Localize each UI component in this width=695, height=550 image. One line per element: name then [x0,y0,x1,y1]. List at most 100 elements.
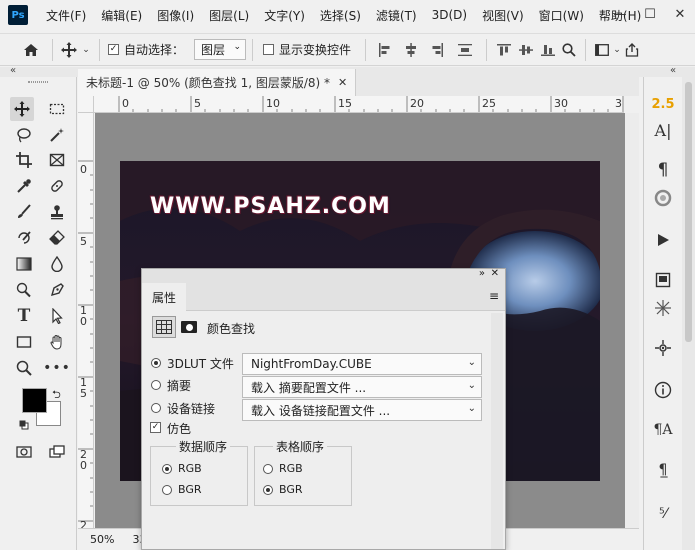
menu-window[interactable]: 窗口(W) [539,7,584,24]
notes-panel-icon[interactable] [644,267,682,293]
properties-scrollbar[interactable] [491,313,503,549]
zoom-tool-icon[interactable] [12,356,36,380]
info-panel-icon[interactable] [644,377,682,403]
character-size-indicator[interactable]: 2.5 [644,91,682,117]
close-button[interactable]: ✕ [665,0,695,28]
align-left-icon[interactable] [372,42,398,57]
tab-properties[interactable]: 属性 [142,283,186,311]
default-colors-icon[interactable] [19,419,29,430]
search-icon[interactable] [559,42,579,57]
auto-select-target-dropdown[interactable]: 图层 ⌄ [194,39,247,60]
paragraph-styles-icon[interactable]: ¶̲ [644,457,682,483]
ruler-origin[interactable] [78,96,94,113]
lut-file-radio[interactable] [151,358,161,368]
abstract-radio[interactable] [151,380,161,390]
table-order-bgr-radio[interactable] [263,485,273,495]
magic-wand-tool-icon[interactable] [45,123,69,147]
marquee-tool-icon[interactable] [45,97,69,121]
zoom-level[interactable]: 50% [90,533,114,546]
menu-layer[interactable]: 图层(L) [209,7,249,24]
table-order-rgb-radio[interactable] [263,464,273,474]
minimize-button[interactable]: — [605,0,635,28]
menu-3d[interactable]: 3D(D) [432,8,467,22]
menu-edit[interactable]: 编辑(E) [101,7,142,24]
hand-tool-icon[interactable] [45,330,69,354]
more-tools-icon[interactable]: ••• [43,356,70,380]
panel-menu-icon[interactable]: ≡ [489,289,499,303]
blur-tool-icon[interactable] [45,252,69,276]
character-styles-icon[interactable]: ¶A [644,417,682,443]
move-tool-icon[interactable] [59,41,79,58]
brushes-panel-icon[interactable] [644,295,682,321]
align-center-icon[interactable] [398,42,424,57]
distribute-icon[interactable] [450,43,480,57]
move-tool-icon[interactable] [10,97,34,121]
crop-tool-icon[interactable] [12,148,36,172]
vertical-ruler[interactable]: 0 5 1 0 1 5 2 0 2 [78,113,94,528]
frame-tool-icon[interactable] [45,148,69,172]
quick-mask-icon[interactable] [12,440,36,464]
actions-play-icon[interactable] [644,227,682,253]
close-tab-icon[interactable]: ✕ [338,76,347,89]
character-panel-icon[interactable]: A| [644,117,682,143]
device-link-radio[interactable] [151,403,161,413]
dodge-tool-icon[interactable] [12,278,36,302]
healing-brush-tool-icon[interactable] [45,174,69,198]
dither-checkbox[interactable]: ✓ [150,422,161,433]
align-right-icon[interactable] [424,42,450,57]
align-middle-icon[interactable] [515,43,537,57]
abstract-dropdown[interactable]: 载入 摘要配置文件 ... ⌄ [242,376,482,398]
menu-select[interactable]: 选择(S) [320,7,361,24]
glyphs-panel-icon[interactable] [644,185,682,211]
document-tab[interactable]: 未标题-1 @ 50% (颜色查找 1, 图层蒙版/8) * ✕ [78,69,357,96]
data-order-bgr-radio[interactable] [162,485,172,495]
horizontal-ruler[interactable]: 0 5 10 15 20 25 30 3 [94,96,624,113]
align-top-icon[interactable] [493,43,515,57]
data-order-rgb-label: RGB [178,462,202,475]
navigator-panel-icon[interactable] [644,335,682,361]
chevron-down-icon[interactable]: ⌄ [612,45,622,55]
show-transform-checkbox[interactable] [263,44,275,55]
home-icon[interactable] [16,42,46,58]
paragraph-panel-icon[interactable]: ¶ [644,157,682,183]
layer-mask-icon[interactable] [181,321,197,333]
collapse-right-icon[interactable]: « [670,65,676,76]
panels-scrollbar[interactable] [682,77,695,550]
workspace-icon[interactable] [592,43,612,57]
rectangle-tool-icon[interactable] [12,330,36,354]
pen-tool-icon[interactable] [45,278,69,302]
menu-image[interactable]: 图像(I) [157,7,194,24]
glyph-variants-icon[interactable]: ⁵⁄ [644,501,682,527]
eraser-tool-icon[interactable] [45,226,69,250]
lasso-tool-icon[interactable] [12,123,36,147]
restore-button[interactable]: ☐ [635,0,665,28]
data-order-rgb-radio[interactable] [162,464,172,474]
align-bottom-icon[interactable] [537,43,559,57]
auto-select-checkbox[interactable]: ✓ [108,44,119,55]
lut-file-dropdown[interactable]: NightFromDay.CUBE ⌄ [242,353,482,375]
collapse-panel-icon[interactable]: » [479,268,485,279]
share-icon[interactable] [622,42,642,57]
tool-preset-chevron-icon[interactable]: ⌄ [79,45,93,55]
menu-file[interactable]: 文件(F) [46,7,86,24]
collapse-left-icon[interactable]: « [10,65,16,76]
path-selection-tool-icon[interactable] [45,304,69,328]
menu-filter[interactable]: 滤镜(T) [376,7,417,24]
screen-mode-icon[interactable] [45,440,69,464]
close-panel-icon[interactable]: ✕ [491,268,499,279]
panels-scrollbar-thumb[interactable] [685,82,692,342]
canvas-vertical-scrollbar[interactable] [625,113,639,528]
type-tool-icon[interactable]: T [12,304,36,328]
brush-tool-icon[interactable] [12,200,36,224]
gradient-tool-icon[interactable] [12,252,36,276]
foreground-color-swatch[interactable] [22,388,47,413]
properties-panel-titlebar[interactable]: » ✕ [142,268,505,283]
swap-colors-icon[interactable]: ⮌ [52,386,61,405]
device-link-dropdown[interactable]: 载入 设备链接配置文件 ... ⌄ [242,399,482,421]
adjustment-layer-icon[interactable] [152,316,176,338]
menu-type[interactable]: 文字(Y) [264,7,305,24]
history-brush-tool-icon[interactable] [12,226,36,250]
clone-stamp-tool-icon[interactable] [45,200,69,224]
menu-view[interactable]: 视图(V) [482,7,524,24]
eyedropper-tool-icon[interactable] [12,174,36,198]
